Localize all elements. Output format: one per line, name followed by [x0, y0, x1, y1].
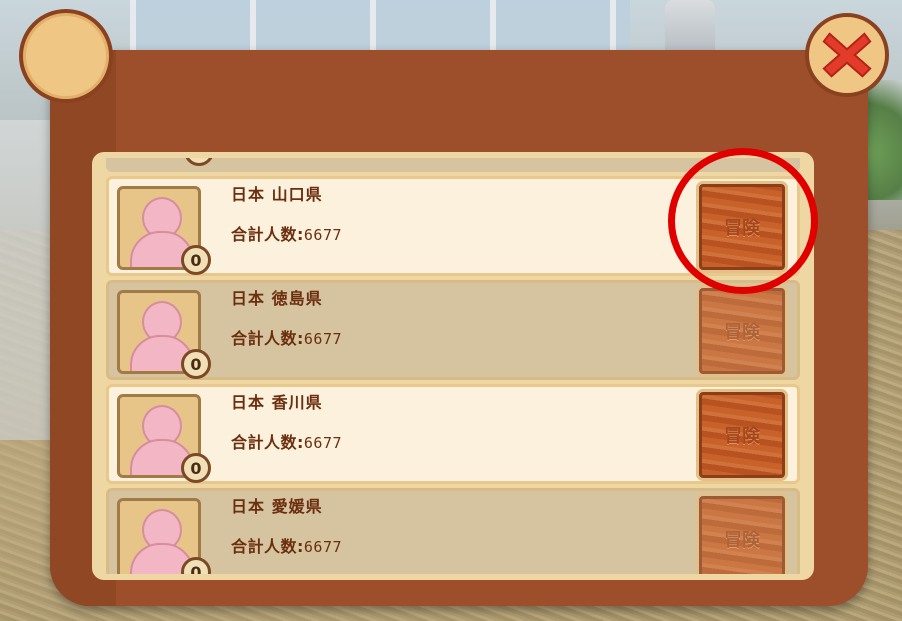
region-title: 日本 香川県	[231, 393, 323, 412]
background-tower	[665, 0, 715, 50]
total-label: 合計人数:	[231, 225, 304, 244]
total-value: 6677	[303, 434, 343, 452]
count-badge: 0	[181, 349, 211, 379]
total-label: 合計人数:	[231, 537, 304, 556]
close-x-icon	[822, 32, 872, 78]
list-item: 0 日本 徳島県 合計人数:6677 冒険	[106, 280, 800, 380]
list-item: 0 日本 愛媛県 合計人数:6677 冒険	[106, 488, 800, 574]
region-title: 日本 愛媛県	[231, 497, 323, 516]
list-item-partial: 0	[106, 158, 800, 172]
total-value: 6677	[303, 226, 343, 244]
adventure-button[interactable]: 冒険	[699, 288, 785, 374]
count-badge: 0	[181, 245, 211, 275]
adventure-button[interactable]: 冒険	[699, 392, 785, 478]
adventure-button[interactable]: 冒険	[699, 496, 785, 574]
dialog-corner-ornament	[19, 9, 113, 103]
adventure-button[interactable]: 冒険	[699, 184, 785, 270]
close-button[interactable]	[805, 13, 889, 97]
total-count: 合計人数:6677	[231, 221, 342, 245]
total-value: 6677	[303, 330, 343, 348]
total-count: 合計人数:6677	[231, 325, 342, 349]
total-label: 合計人数:	[231, 329, 304, 348]
region-title: 日本 山口県	[231, 185, 323, 204]
region-list[interactable]: 0 0 日本 山口県 合計人数:6677 冒険 0 日本 徳島県 合計人数:66…	[100, 158, 806, 574]
count-badge: 0	[181, 453, 211, 483]
list-item: 0 日本 香川県 合計人数:6677 冒険	[106, 384, 800, 484]
total-label: 合計人数:	[231, 433, 304, 452]
region-title: 日本 徳島県	[231, 289, 323, 308]
total-value: 6677	[303, 538, 343, 556]
count-badge: 0	[184, 158, 214, 166]
total-count: 合計人数:6677	[231, 429, 342, 453]
count-badge: 0	[181, 557, 211, 574]
list-item: 0 日本 山口県 合計人数:6677 冒険	[106, 176, 800, 276]
total-count: 合計人数:6677	[231, 533, 342, 557]
